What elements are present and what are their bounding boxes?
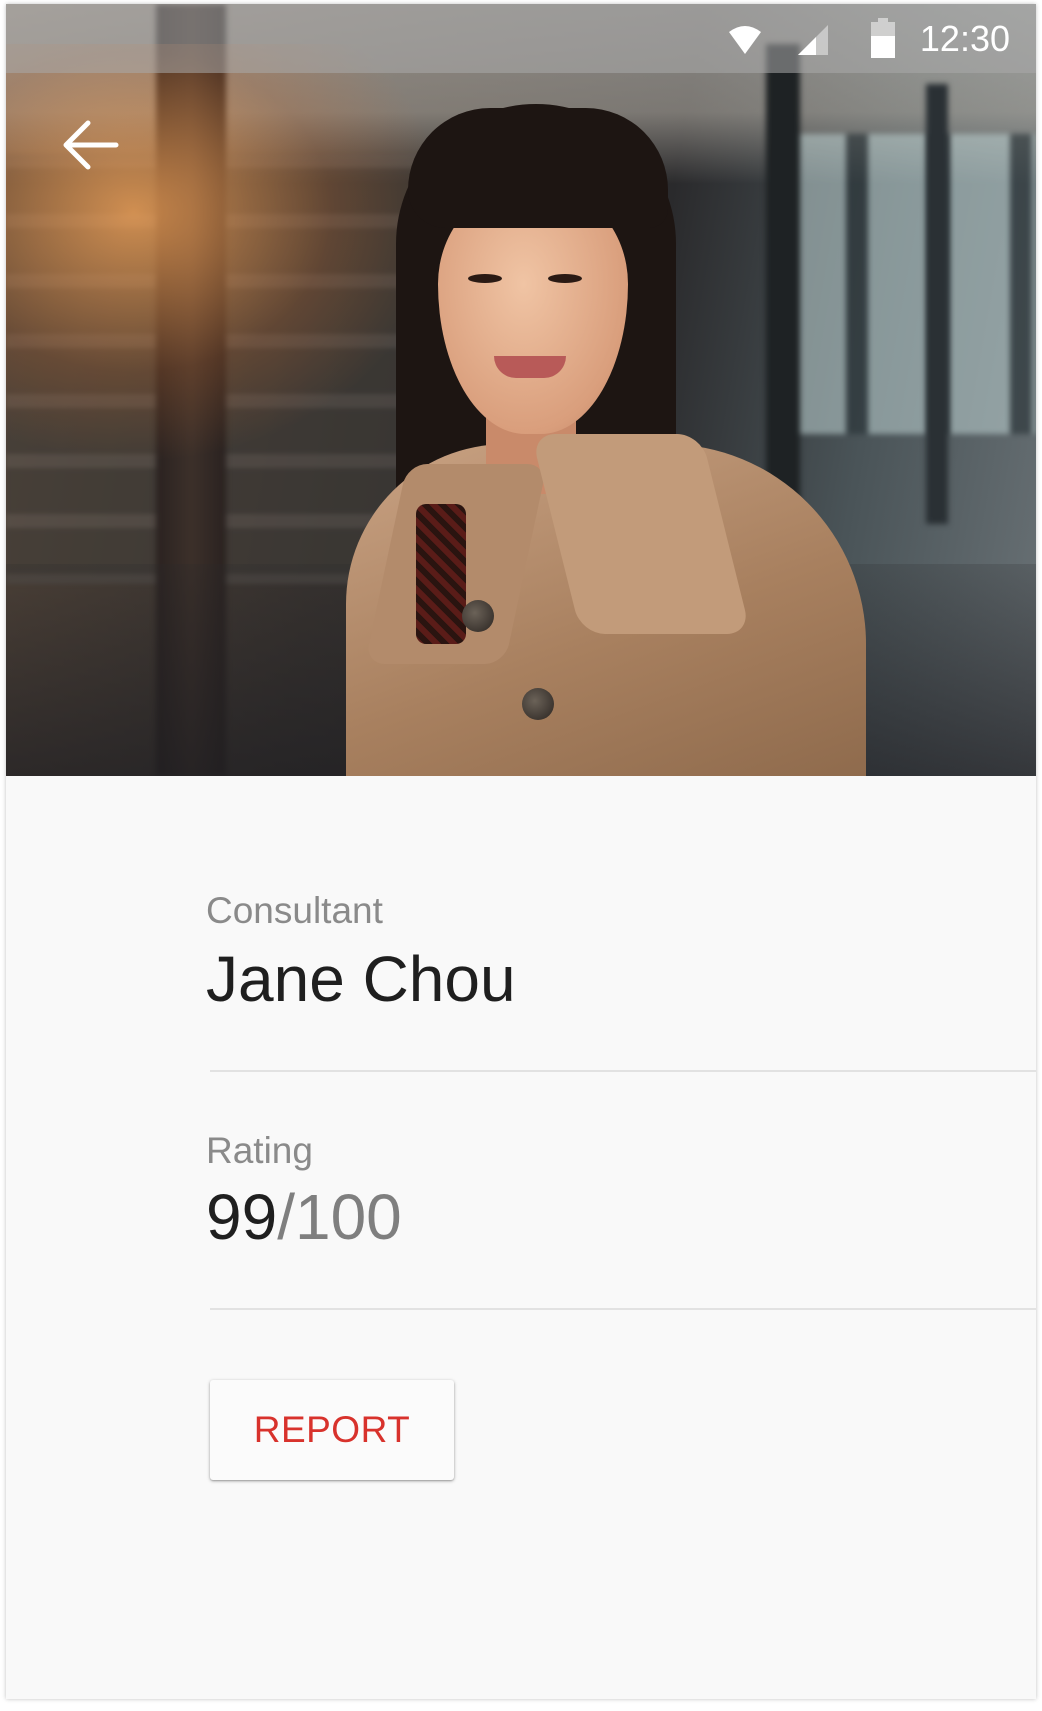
- signal-icon: [798, 25, 828, 55]
- arrow-back-icon[interactable]: [58, 114, 122, 178]
- profile-photo: 12:30: [6, 4, 1036, 776]
- profile-screen: 12:30 Consultant Jane Chou Rating 99/100…: [6, 4, 1036, 1699]
- wifi-icon: [729, 26, 761, 54]
- status-time: 12:30: [919, 18, 1010, 59]
- rating-value: 99/100: [206, 1180, 402, 1254]
- divider: [210, 1070, 1036, 1072]
- profile-details: Consultant Jane Chou Rating 99/100 REPOR…: [6, 776, 1036, 1699]
- rating-separator: /: [277, 1181, 295, 1253]
- consultant-name: Jane Chou: [206, 943, 516, 1015]
- status-bar: 12:30: [6, 4, 1036, 73]
- role-label: Consultant: [206, 890, 383, 931]
- rating-max: 100: [294, 1181, 402, 1253]
- rating-score: 99: [206, 1181, 278, 1253]
- battery-icon: [871, 18, 895, 58]
- rating-label: Rating: [206, 1130, 313, 1171]
- person-portrait: [346, 104, 866, 776]
- divider: [210, 1308, 1036, 1310]
- report-button[interactable]: REPORT: [210, 1380, 454, 1480]
